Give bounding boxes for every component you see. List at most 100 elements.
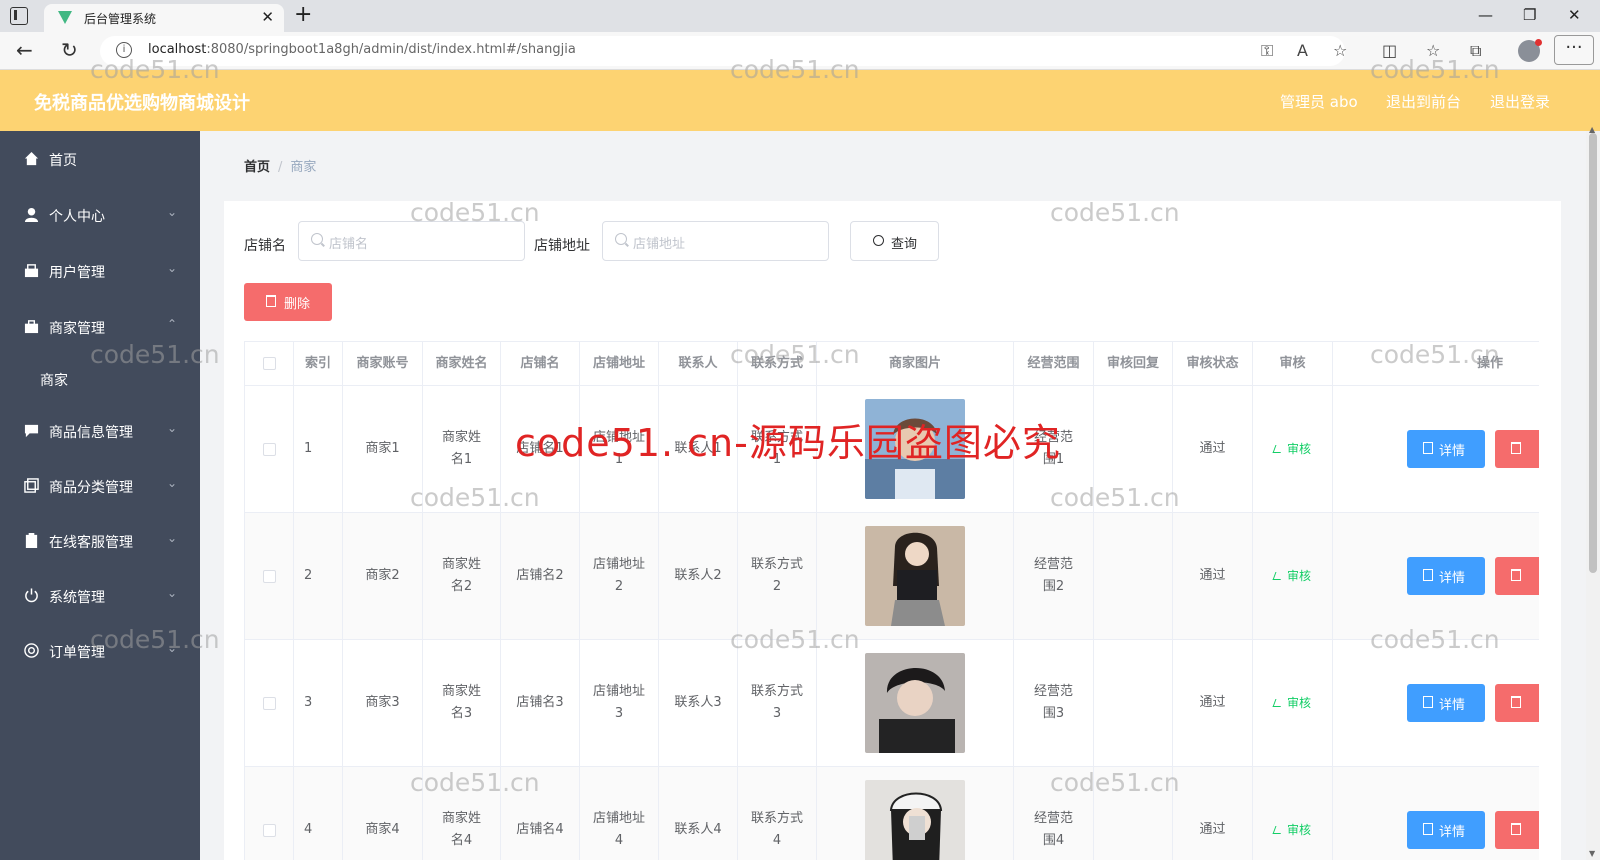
phone-cell: 联系方式2 <box>738 513 817 639</box>
merchant-photo[interactable] <box>865 399 965 499</box>
select-cell <box>245 513 294 639</box>
select-cell <box>245 767 294 860</box>
shop-name-input[interactable]: 店铺名 <box>298 221 525 261</box>
audit-label: 审核 <box>1286 823 1311 837</box>
sidebar-item-home[interactable]: 首页 <box>0 139 200 179</box>
sidebar-item-product-info[interactable]: 商品信息管理 ⌄ <box>0 411 200 451</box>
status-cell: 通过 <box>1173 386 1253 512</box>
merchant-table: 索引 商家账号 商家姓名 店铺名 店铺地址 联系人 联系方式 商家图片 经营范围… <box>244 341 1539 860</box>
audit-cell: 审核 <box>1253 640 1333 766</box>
query-button-label: 查询 <box>891 237 918 252</box>
sidebar-item-orders[interactable]: 订单管理 ⌄ <box>0 631 200 671</box>
sidebar-toggle-icon[interactable] <box>10 7 28 25</box>
index-cell: 2 <box>294 513 343 639</box>
window-close-icon[interactable]: ✕ <box>1568 6 1581 24</box>
audit-link[interactable]: 审核 <box>1272 819 1311 841</box>
delete-button[interactable] <box>1495 684 1539 722</box>
new-tab-icon[interactable]: + <box>294 2 312 27</box>
page-scrollbar[interactable]: ▲ ▼ <box>1586 125 1600 860</box>
sidebar-item-service[interactable]: 在线客服管理 ⌄ <box>0 521 200 561</box>
delete-button[interactable] <box>1495 557 1539 595</box>
delete-button[interactable] <box>1495 430 1539 468</box>
row-checkbox[interactable] <box>262 823 276 837</box>
detail-button[interactable]: 详情 <box>1407 430 1485 468</box>
scrollbar-thumb[interactable] <box>1589 133 1597 573</box>
profile-avatar[interactable] <box>1518 39 1542 62</box>
audit-link[interactable]: 审核 <box>1272 438 1311 460</box>
scope-cell: 经营范围3 <box>1014 640 1094 766</box>
merchant-photo[interactable] <box>865 780 965 860</box>
breadcrumb-home[interactable]: 首页 <box>244 160 270 175</box>
sidebar-item-label: 商家管理 <box>49 321 105 337</box>
sidebar-item-label: 首页 <box>49 153 77 169</box>
split-screen-icon[interactable]: ◫ <box>1382 41 1397 60</box>
scroll-down-icon[interactable]: ▼ <box>1589 849 1595 858</box>
merchant-photo[interactable] <box>865 526 965 626</box>
sidebar-item-profile[interactable]: 个人中心 ⌄ <box>0 195 200 235</box>
home-icon <box>24 151 39 166</box>
sidebar-item-users[interactable]: 用户管理 ⌄ <box>0 251 200 291</box>
url-field[interactable]: i localhost:8080/springboot1a8gh/admin/d… <box>100 36 1345 66</box>
clipboard-icon <box>25 533 38 548</box>
sidebar-item-system[interactable]: 系统管理 ⌄ <box>0 576 200 616</box>
close-tab-icon[interactable]: ✕ <box>261 8 274 26</box>
shop-address-input[interactable]: 店铺地址 <box>602 221 829 261</box>
restore-icon[interactable]: ❐ <box>1523 6 1536 24</box>
address-cell: 店铺地址4 <box>580 767 659 860</box>
query-button[interactable]: 查询 <box>850 221 939 261</box>
account-cell: 商家2 <box>343 513 423 639</box>
detail-label: 详情 <box>1439 825 1466 840</box>
select-all-checkbox[interactable] <box>262 357 276 370</box>
phone-cell: 联系方式4 <box>738 767 817 860</box>
reload-icon[interactable]: ↻ <box>61 38 78 62</box>
chevron-down-icon: ⌄ <box>167 421 178 435</box>
header-cell: 店铺名 <box>501 342 580 385</box>
minimize-icon[interactable]: — <box>1478 6 1493 24</box>
header-cell: 索引 <box>294 342 343 385</box>
table-row: 1 商家1 商家姓名1 店铺名1 店铺地址1 联系人1 联系方式1 经营范围1 … <box>245 386 1539 513</box>
breadcrumb: 首页 / 商家 <box>244 156 316 175</box>
breadcrumb-current: 商家 <box>290 160 317 175</box>
logout-link[interactable]: 退出登录 <box>1490 91 1550 112</box>
url-text: localhost:8080/springboot1a8gh/admin/dis… <box>148 42 576 57</box>
document-icon <box>1423 696 1433 708</box>
collections-icon[interactable]: ⧉ <box>1470 41 1481 61</box>
index-cell: 3 <box>294 640 343 766</box>
search-icon <box>615 233 627 245</box>
back-icon[interactable]: ← <box>16 38 33 62</box>
row-checkbox[interactable] <box>262 442 276 456</box>
header-cell: 联系人 <box>659 342 738 385</box>
more-options-icon[interactable]: ··· <box>1554 35 1594 65</box>
browser-tab[interactable]: 后台管理系统 ✕ <box>44 4 284 32</box>
table-row: 2 商家2 商家姓名2 店铺名2 店铺地址2 联系人2 联系方式2 经营范围2 … <box>245 513 1539 640</box>
detail-button[interactable]: 详情 <box>1407 557 1485 595</box>
contact-cell: 联系人1 <box>659 386 738 512</box>
audit-link[interactable]: 审核 <box>1272 565 1311 587</box>
row-checkbox[interactable] <box>262 569 276 583</box>
detail-button[interactable]: 详情 <box>1407 684 1485 722</box>
audit-link[interactable]: 审核 <box>1272 692 1311 714</box>
sidebar-item-category[interactable]: 商品分类管理 ⌄ <box>0 466 200 506</box>
sidebar-subitem-merchant[interactable]: 商家 <box>0 359 200 399</box>
detail-button[interactable]: 详情 <box>1407 811 1485 849</box>
select-cell <box>245 640 294 766</box>
audit-label: 审核 <box>1286 442 1311 456</box>
breadcrumb-separator: / <box>278 160 283 175</box>
scope-cell: 经营范围4 <box>1014 767 1094 860</box>
header-cell: 操作 <box>1333 342 1539 385</box>
delete-button[interactable] <box>1495 811 1539 849</box>
goto-front-link[interactable]: 退出到前台 <box>1386 91 1461 112</box>
batch-delete-button[interactable]: 删除 <box>244 283 332 321</box>
favorites-icon[interactable]: ☆ <box>1426 41 1440 60</box>
sidebar-item-merchant[interactable]: 商家管理 ⌃ <box>0 307 200 347</box>
shop-address-placeholder: 店铺地址 <box>633 237 686 252</box>
key-icon[interactable]: ⚿ <box>1261 41 1273 61</box>
trash-icon <box>1511 569 1521 581</box>
site-info-icon[interactable]: i <box>116 42 132 58</box>
name-cell: 商家姓名3 <box>423 640 501 766</box>
address-cell: 店铺地址3 <box>580 640 659 766</box>
read-aloud-icon[interactable]: A <box>1297 41 1308 60</box>
row-checkbox[interactable] <box>262 696 276 710</box>
favorite-add-icon[interactable]: ☆ <box>1333 41 1347 60</box>
merchant-photo[interactable] <box>865 653 965 753</box>
